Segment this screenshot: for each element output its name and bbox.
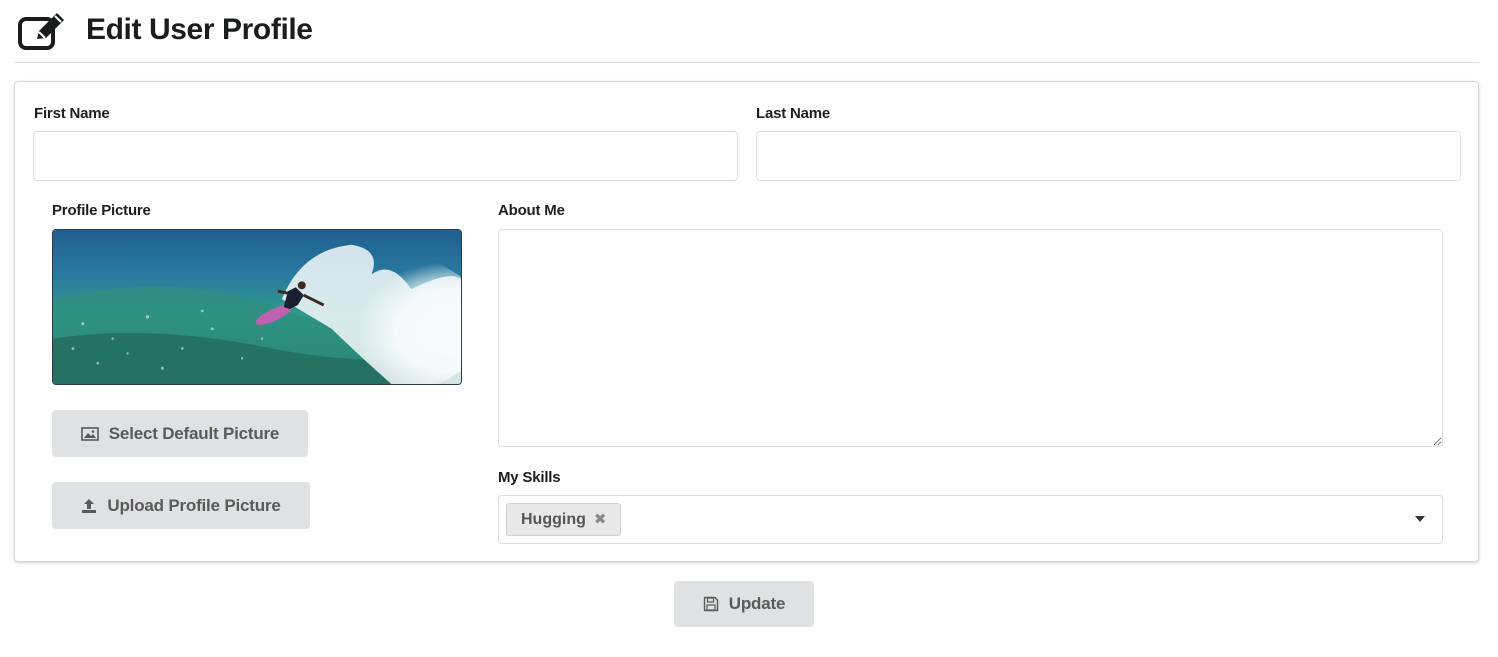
page-title: Edit User Profile	[86, 13, 313, 46]
edit-icon	[18, 13, 64, 50]
upload-profile-picture-button[interactable]: Upload Profile Picture	[52, 482, 310, 529]
close-icon[interactable]: ✖	[594, 512, 607, 527]
skill-chip: Hugging ✖	[506, 503, 622, 536]
caret-down-icon[interactable]	[1415, 516, 1425, 522]
about-me-label: About Me	[498, 202, 565, 219]
first-name-input[interactable]	[33, 131, 738, 181]
skill-chip-label: Hugging	[521, 510, 586, 528]
select-default-picture-button[interactable]: Select Default Picture	[52, 410, 308, 457]
profile-form: First Name Last Name Profile Picture Sel…	[14, 81, 1479, 562]
update-label: Update	[728, 594, 786, 613]
update-button[interactable]: Update	[674, 581, 814, 627]
profile-picture-label: Profile Picture	[52, 202, 151, 219]
profile-picture-image	[52, 229, 462, 385]
first-name-label: First Name	[34, 105, 110, 122]
save-icon	[703, 596, 718, 612]
last-name-input[interactable]	[756, 131, 1461, 181]
my-skills-label: My Skills	[498, 469, 561, 486]
upload-icon	[82, 498, 97, 513]
select-default-picture-label: Select Default Picture	[108, 423, 280, 443]
image-icon	[80, 426, 99, 441]
last-name-label: Last Name	[756, 105, 831, 122]
skills-dropdown[interactable]: Hugging ✖	[498, 495, 1443, 544]
page-header: Edit User Profile	[14, 6, 1479, 63]
about-me-textarea[interactable]	[498, 229, 1443, 447]
upload-profile-picture-label: Upload Profile Picture	[107, 495, 281, 515]
